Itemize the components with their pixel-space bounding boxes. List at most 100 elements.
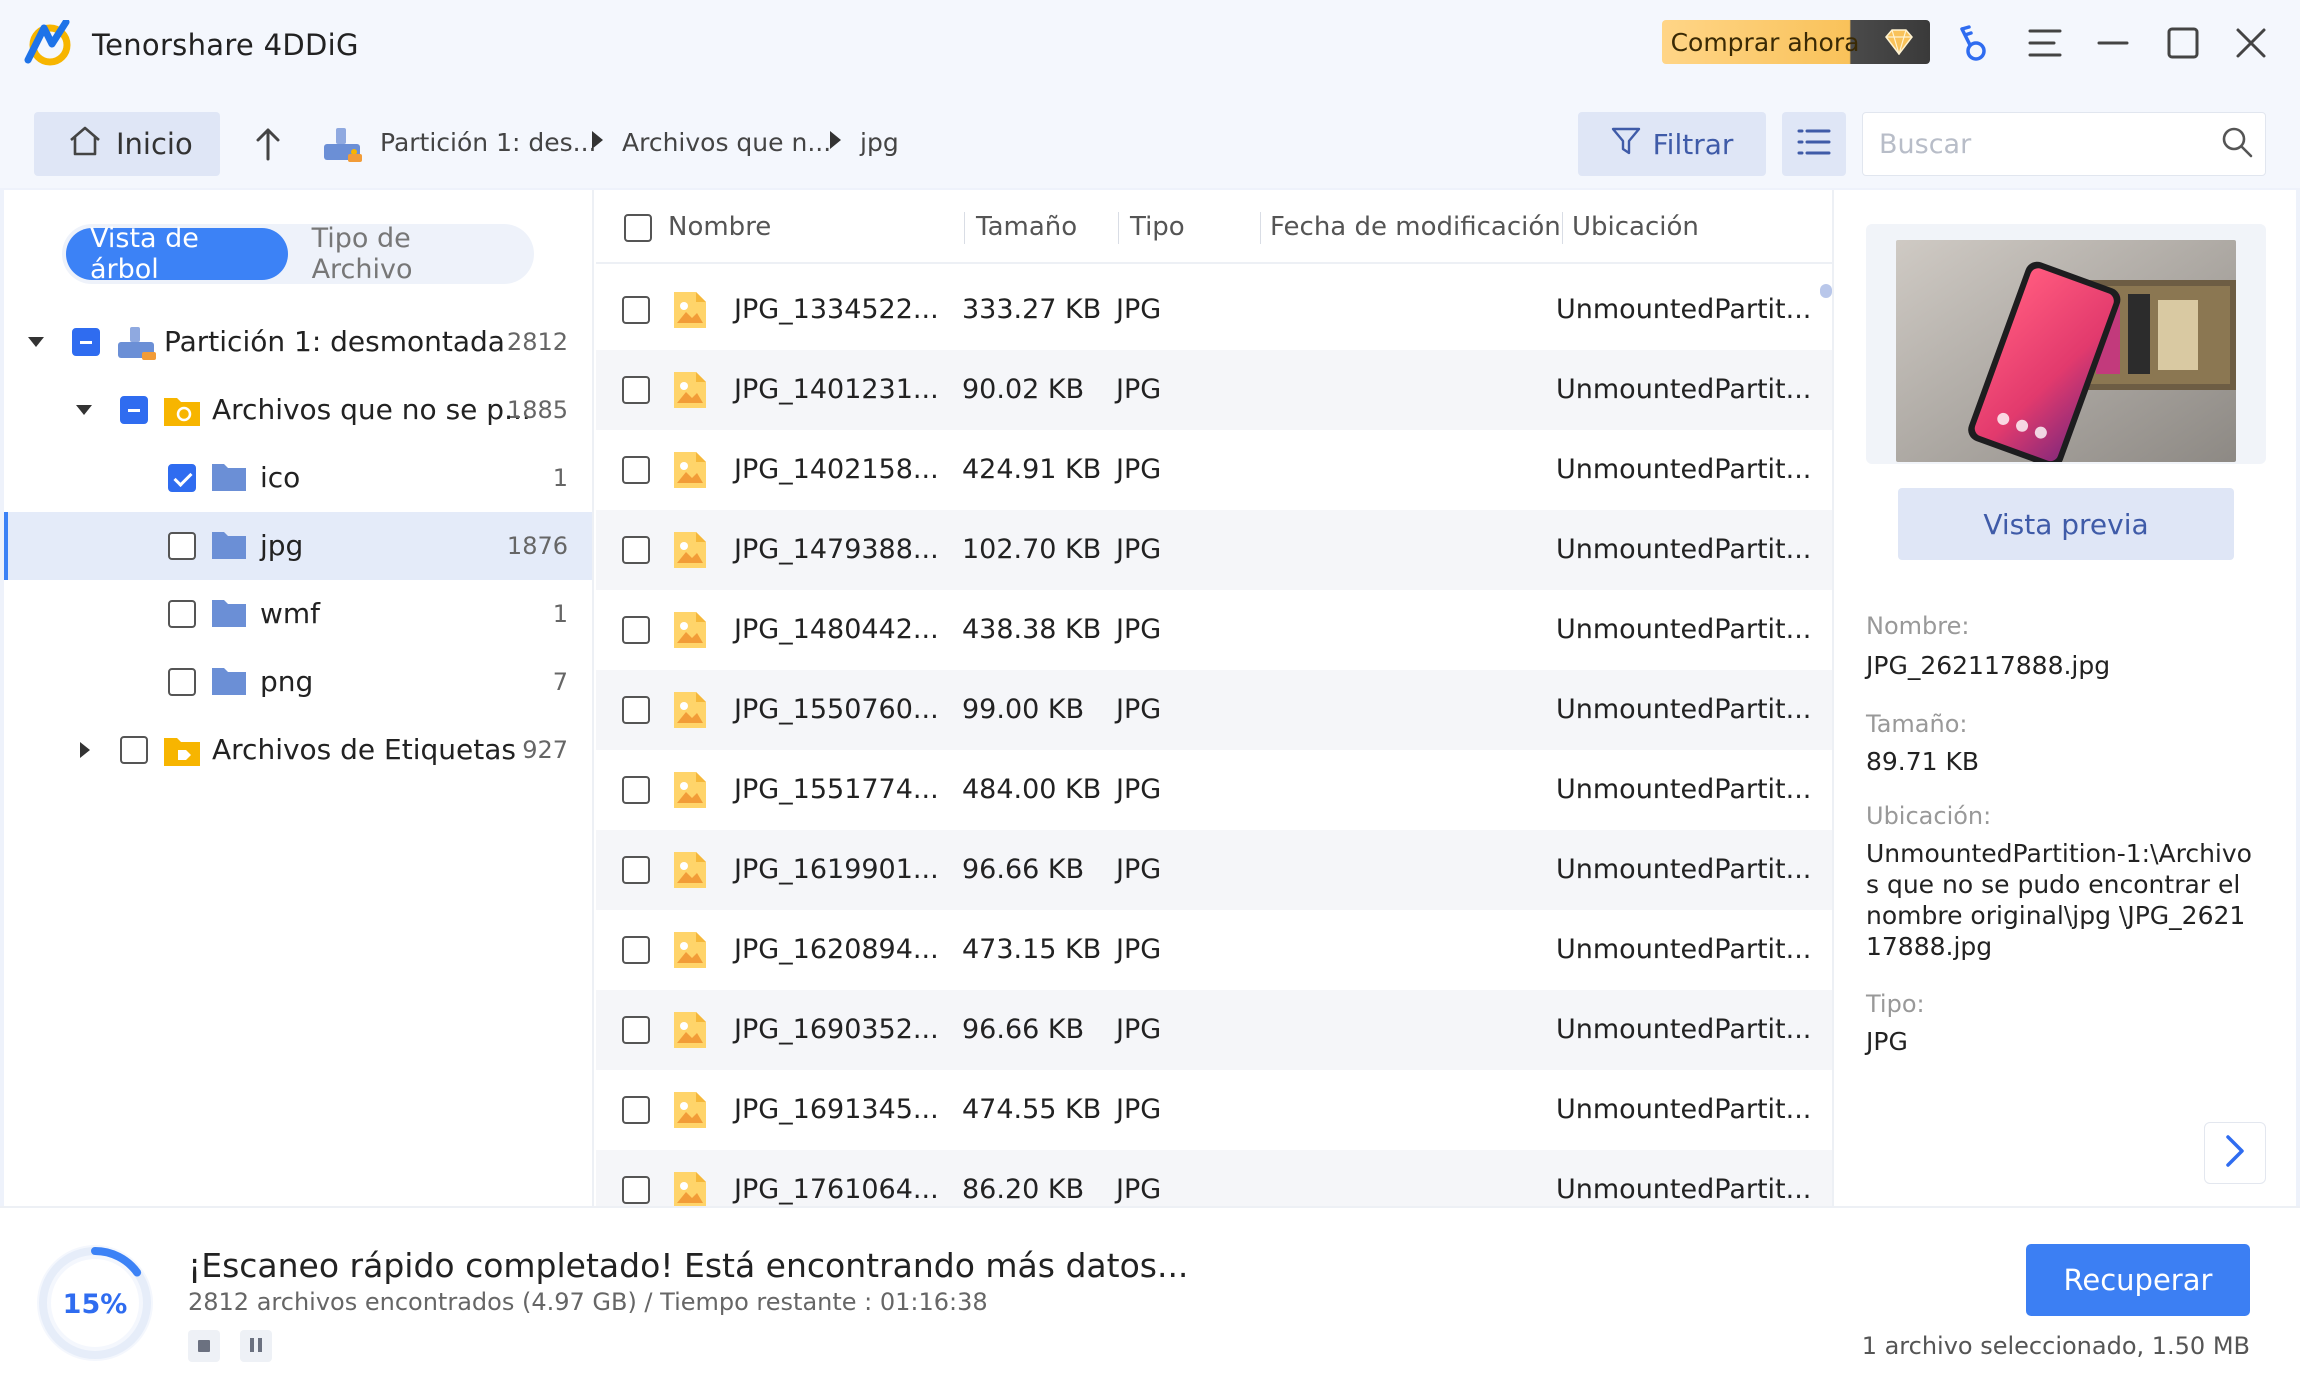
pause-icon (249, 1337, 263, 1356)
table-row[interactable]: JPG_1620894... 473.15 KB JPG UnmountedParti… (596, 910, 1832, 990)
detail-location-value: UnmountedPartition-1:\Archivos que no se… (1866, 839, 2252, 961)
tab-tree-view[interactable]: Vista de árbol (66, 223, 288, 285)
cell-type: JPG (1116, 774, 1162, 805)
up-arrow-icon[interactable] (248, 120, 288, 168)
drive-icon (322, 124, 364, 168)
table-row[interactable]: JPG_1691345... 474.55 KB JPG UnmountedParti… (596, 1070, 1832, 1150)
tree-item-lost-files[interactable]: Archivos que no se p... 1885 (4, 376, 592, 444)
row-checkbox[interactable] (622, 1016, 650, 1044)
column-header-modified[interactable]: Fecha de modificación (1270, 212, 1561, 242)
column-separator[interactable] (964, 212, 965, 244)
tree-item-wmf[interactable]: wmf 1 (4, 580, 592, 648)
column-header-name[interactable]: Nombre (668, 212, 771, 242)
tree-checkbox[interactable] (168, 600, 196, 628)
column-separator[interactable] (1118, 212, 1119, 244)
column-separator[interactable] (1260, 212, 1261, 244)
tree-checkbox[interactable] (120, 736, 148, 764)
tree-checkbox[interactable] (72, 328, 100, 356)
minimize-icon[interactable] (2090, 20, 2136, 66)
row-checkbox[interactable] (622, 696, 650, 724)
stop-button[interactable] (188, 1330, 220, 1362)
tree-item-png[interactable]: png 7 (4, 648, 592, 716)
row-checkbox[interactable] (622, 456, 650, 484)
preview-button[interactable]: Vista previa (1898, 488, 2234, 560)
collapse-arrow-icon[interactable] (76, 405, 92, 415)
cell-type: JPG (1116, 854, 1162, 885)
tree-item-jpg[interactable]: jpg 1876 (4, 512, 592, 580)
next-button[interactable] (2204, 1122, 2266, 1184)
home-button[interactable]: Inicio (34, 112, 220, 176)
cell-name: JPG_1620894... (734, 934, 939, 965)
row-checkbox[interactable] (622, 536, 650, 564)
breadcrumb-folder[interactable]: Archivos que n... (622, 128, 831, 157)
breadcrumb-partition[interactable]: Partición 1: des... (380, 128, 596, 157)
select-all-checkbox[interactable] (624, 214, 652, 242)
row-checkbox[interactable] (622, 616, 650, 644)
tree-item-label: Archivos que no se p... (212, 393, 531, 426)
row-checkbox[interactable] (622, 776, 650, 804)
key-icon[interactable] (1950, 20, 1996, 66)
table-row[interactable]: JPG_1690352... 96.66 KB JPG UnmountedPartit… (596, 990, 1832, 1070)
expand-arrow-icon[interactable] (80, 742, 90, 758)
column-separator[interactable] (1562, 212, 1563, 244)
table-scrollbar[interactable] (1820, 284, 1832, 298)
row-checkbox[interactable] (622, 856, 650, 884)
cell-location: UnmountedPartit... (1556, 854, 1812, 885)
image-file-icon (672, 690, 708, 730)
cell-location: UnmountedPartit... (1556, 374, 1812, 405)
tree-checkbox[interactable] (168, 464, 196, 492)
row-checkbox[interactable] (622, 936, 650, 964)
list-view-button[interactable] (1782, 112, 1846, 176)
row-checkbox[interactable] (622, 376, 650, 404)
pause-button[interactable] (240, 1330, 272, 1362)
table-row[interactable]: JPG_1402158... 424.91 KB JPG UnmountedParti… (596, 430, 1832, 510)
table-row[interactable]: JPG_1551774... 484.00 KB JPG UnmountedParti… (596, 750, 1832, 830)
table-row[interactable]: JPG_1480442... 438.38 KB JPG UnmountedParti… (596, 590, 1832, 670)
breadcrumb-separator-icon (830, 131, 841, 149)
cell-location: UnmountedPartit... (1556, 614, 1812, 645)
table-row[interactable]: JPG_1550760... 99.00 KB JPG UnmountedPartit… (596, 670, 1832, 750)
row-checkbox[interactable] (622, 1176, 650, 1204)
breadcrumb-current[interactable]: jpg (860, 128, 899, 157)
search-icon[interactable] (2221, 126, 2253, 162)
column-header-type[interactable]: Tipo (1130, 212, 1185, 242)
column-header-location[interactable]: Ubicación (1572, 212, 1699, 242)
chevron-right-icon (2225, 1134, 2245, 1172)
cell-location: UnmountedPartit... (1556, 1094, 1812, 1125)
cell-size: 424.91 KB (962, 454, 1102, 485)
tree-item-count: 1 (552, 600, 568, 628)
tree-item-partition[interactable]: Partición 1: desmontada 2812 (4, 308, 592, 376)
image-file-icon (672, 290, 708, 330)
filter-button[interactable]: Filtrar (1578, 112, 1766, 176)
tab-file-type[interactable]: Tipo de Archivo (288, 223, 530, 285)
table-row[interactable]: JPG_1334522... 333.27 KB JPG UnmountedParti… (596, 270, 1832, 350)
image-file-icon (672, 530, 708, 570)
scan-status-details: 2812 archivos encontrados (4.97 GB) / Ti… (188, 1288, 988, 1316)
tree-checkbox[interactable] (120, 396, 148, 424)
tree-item-ico[interactable]: ico 1 (4, 444, 592, 512)
buy-now-button[interactable]: Comprar ahora (1662, 20, 1930, 64)
search-input[interactable] (1879, 128, 2221, 160)
column-header-size[interactable]: Tamaño (976, 212, 1077, 242)
tree-item-label: Partición 1: desmontada (164, 325, 505, 358)
detail-size-value: 89.71 KB (1866, 747, 1980, 776)
collapse-arrow-icon[interactable] (28, 337, 44, 347)
cell-type: JPG (1116, 294, 1162, 325)
cell-name: JPG_1479388... (734, 534, 939, 565)
maximize-icon[interactable] (2160, 20, 2206, 66)
tree-checkbox[interactable] (168, 668, 196, 696)
close-icon[interactable] (2228, 20, 2274, 66)
row-checkbox[interactable] (622, 296, 650, 324)
row-checkbox[interactable] (622, 1096, 650, 1124)
tree-checkbox[interactable] (168, 532, 196, 560)
table-row[interactable]: JPG_1479388... 102.70 KB JPG UnmountedParti… (596, 510, 1832, 590)
recover-button[interactable]: Recuperar (2026, 1244, 2250, 1316)
menu-icon[interactable] (2022, 20, 2068, 66)
tree-item-tag-files[interactable]: Archivos de Etiquetas 927 (4, 716, 592, 784)
cell-size: 333.27 KB (962, 294, 1102, 325)
cell-name: JPG_1401231... (734, 374, 939, 405)
cell-location: UnmountedPartit... (1556, 534, 1812, 565)
table-row[interactable]: JPG_1619901... 96.66 KB JPG UnmountedPartit… (596, 830, 1832, 910)
buy-now-label: Comprar ahora (1670, 27, 1860, 57)
table-row[interactable]: JPG_1401231... 90.02 KB JPG UnmountedPartit… (596, 350, 1832, 430)
